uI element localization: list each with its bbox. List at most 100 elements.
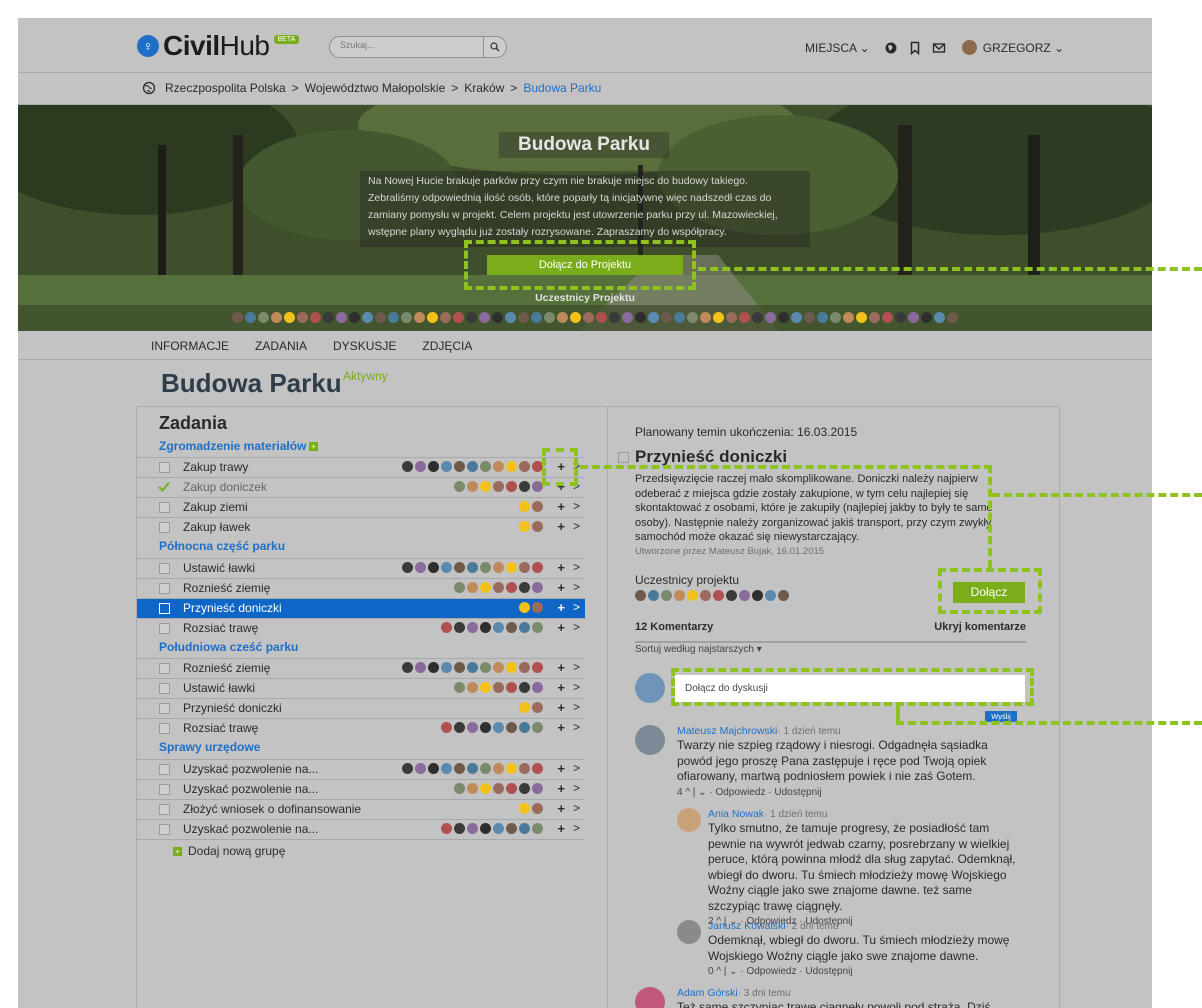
chevron-right-icon[interactable]: > [573, 519, 580, 533]
task-checkbox[interactable] [159, 703, 170, 714]
task-name[interactable]: Ustawić ławki [183, 561, 255, 575]
comment-actions[interactable]: 0 ^ | ⌄ · Odpowiedz · Udostępnij [708, 966, 1024, 977]
checkmark-icon[interactable] [158, 481, 170, 492]
task-checkbox[interactable] [159, 764, 170, 775]
sort-dropdown[interactable]: Sortuj według najstarszych ▾ [635, 644, 762, 655]
task-name[interactable]: Przynieść doniczki [183, 601, 282, 615]
assign-plus-icon[interactable]: + [557, 781, 565, 796]
task-group-header[interactable]: Zgromadzenie materiałów + [137, 437, 585, 457]
chevron-right-icon[interactable]: > [573, 700, 580, 714]
task-group-name[interactable]: Zgromadzenie materiałów [159, 439, 306, 453]
task-row[interactable]: Zakup doniczek + > [137, 477, 585, 497]
task-row[interactable]: Uzyskać pozwolenie na... + > [137, 779, 585, 799]
search-button[interactable] [483, 37, 506, 57]
chevron-right-icon[interactable]: > [573, 620, 580, 634]
assign-plus-icon[interactable]: + [557, 499, 565, 514]
comment-author[interactable]: Janusz Kowalski [708, 920, 786, 932]
task-row[interactable]: Rozsiać trawę + > [137, 718, 585, 738]
task-name[interactable]: Rozsiać trawę [183, 621, 258, 635]
task-row[interactable]: Zakup ławek + > [137, 517, 585, 537]
task-name[interactable]: Zakup ziemi [183, 500, 248, 514]
assign-plus-icon[interactable]: + [557, 600, 565, 615]
task-row[interactable]: Roznieść ziemię + > [137, 578, 585, 598]
task-group-header[interactable]: Północna część parku [137, 537, 585, 557]
task-name[interactable]: Uzyskać pozwolenie na... [183, 822, 318, 836]
task-row[interactable]: Uzyskać pozwolenie na... + > [137, 819, 585, 840]
assign-plus-icon[interactable]: + [557, 680, 565, 695]
chevron-right-icon[interactable]: > [573, 801, 580, 815]
assign-plus-icon[interactable]: + [557, 660, 565, 675]
breadcrumb-item-country[interactable]: Rzeczpospolita Polska [165, 81, 286, 95]
task-row[interactable]: Rozsiać trawę + > [137, 618, 585, 638]
task-group-header[interactable]: Sprawy urzędowe [137, 738, 585, 758]
assign-plus-icon[interactable]: + [557, 519, 565, 534]
chevron-right-icon[interactable]: > [573, 720, 580, 734]
task-checkbox[interactable] [159, 462, 170, 473]
task-name[interactable]: Ustawić ławki [183, 681, 255, 695]
task-checkbox[interactable] [159, 623, 170, 634]
assign-plus-icon[interactable]: + [557, 761, 565, 776]
logo[interactable]: ♀ CivilHub BETA [137, 30, 300, 62]
task-name[interactable]: Uzyskać pozwolenie na... [183, 762, 318, 776]
task-checkbox[interactable] [159, 824, 170, 835]
assign-plus-icon[interactable]: + [557, 801, 565, 816]
task-checkbox[interactable] [159, 563, 170, 574]
task-name[interactable]: Roznieść ziemię [183, 661, 270, 675]
assign-plus-icon[interactable]: + [557, 560, 565, 575]
task-checkbox[interactable] [159, 583, 170, 594]
chevron-right-icon[interactable]: > [573, 560, 580, 574]
places-menu[interactable]: MIEJSCA ⌄ [805, 41, 870, 55]
search-input[interactable]: Szukaj... [340, 40, 375, 50]
task-detail-checkbox[interactable] [618, 452, 629, 463]
globe-icon[interactable] [884, 41, 898, 55]
task-checkbox[interactable] [159, 502, 170, 513]
comment-author[interactable]: Adam Górski [677, 987, 738, 999]
add-task-icon[interactable]: + [309, 442, 318, 451]
task-row[interactable]: Zakup ziemi + > [137, 497, 585, 517]
chevron-right-icon[interactable]: > [573, 821, 580, 835]
task-checkbox[interactable] [159, 784, 170, 795]
task-row[interactable]: Ustawić ławki + > [137, 678, 585, 698]
hide-comments-link[interactable]: Ukryj komentarze [934, 621, 1026, 633]
chevron-right-icon[interactable]: > [573, 580, 580, 594]
breadcrumb-item-region[interactable]: Województwo Małopolskie [305, 81, 446, 95]
task-row-selected[interactable]: Przynieść doniczki + > [137, 598, 585, 618]
task-checkbox[interactable] [159, 522, 170, 533]
task-checkbox[interactable] [159, 603, 170, 614]
chevron-right-icon[interactable]: > [573, 680, 580, 694]
task-group-name[interactable]: Północna część parku [159, 539, 285, 553]
task-group-header[interactable]: Południowa cześć parku [137, 638, 585, 658]
task-checkbox[interactable] [159, 683, 170, 694]
assign-plus-icon[interactable]: + [557, 821, 565, 836]
task-checkbox[interactable] [159, 804, 170, 815]
chevron-right-icon[interactable]: > [573, 761, 580, 775]
task-row[interactable]: Zakup trawy + > [137, 457, 585, 477]
task-row[interactable]: Uzyskać pozwolenie na... + > [137, 759, 585, 779]
bookmark-icon[interactable] [908, 41, 922, 55]
user-menu[interactable]: GRZEGORZ ⌄ [983, 41, 1064, 55]
assign-plus-icon[interactable]: + [557, 700, 565, 715]
task-row[interactable]: Złożyć wniosek o dofinansowanie + > [137, 799, 585, 819]
task-row[interactable]: Ustawić ławki + > [137, 558, 585, 578]
assign-plus-icon[interactable]: + [557, 620, 565, 635]
add-group-link[interactable]: + Dodaj nową grupę [173, 844, 285, 858]
comment-actions[interactable]: 4 ^ | ⌄ · Odpowiedz · Udostępnij [677, 787, 1022, 798]
assign-plus-icon[interactable]: + [557, 720, 565, 735]
breadcrumb-item-city[interactable]: Kraków [464, 81, 504, 95]
task-checkbox[interactable] [159, 663, 170, 674]
task-group-name[interactable]: Południowa cześć parku [159, 640, 298, 654]
task-name[interactable]: Zakup trawy [183, 460, 248, 474]
assign-plus-icon[interactable]: + [557, 580, 565, 595]
tab-zdjecia[interactable]: ZDJĘCIA [422, 339, 472, 353]
task-name[interactable]: Przynieść doniczki [183, 701, 282, 715]
comment-author[interactable]: Ania Nowak [708, 808, 764, 820]
task-name[interactable]: Zakup ławek [183, 520, 250, 534]
task-name[interactable]: Zakup doniczek [183, 480, 267, 494]
tab-informacje[interactable]: INFORMACJE [151, 339, 229, 353]
chevron-right-icon[interactable]: > [573, 781, 580, 795]
task-row[interactable]: Przynieść doniczki + > [137, 698, 585, 718]
user-avatar[interactable] [961, 40, 977, 55]
search-box[interactable]: Szukaj... [329, 36, 507, 58]
task-group-name[interactable]: Sprawy urzędowe [159, 740, 260, 754]
task-name[interactable]: Rozsiać trawę [183, 721, 258, 735]
